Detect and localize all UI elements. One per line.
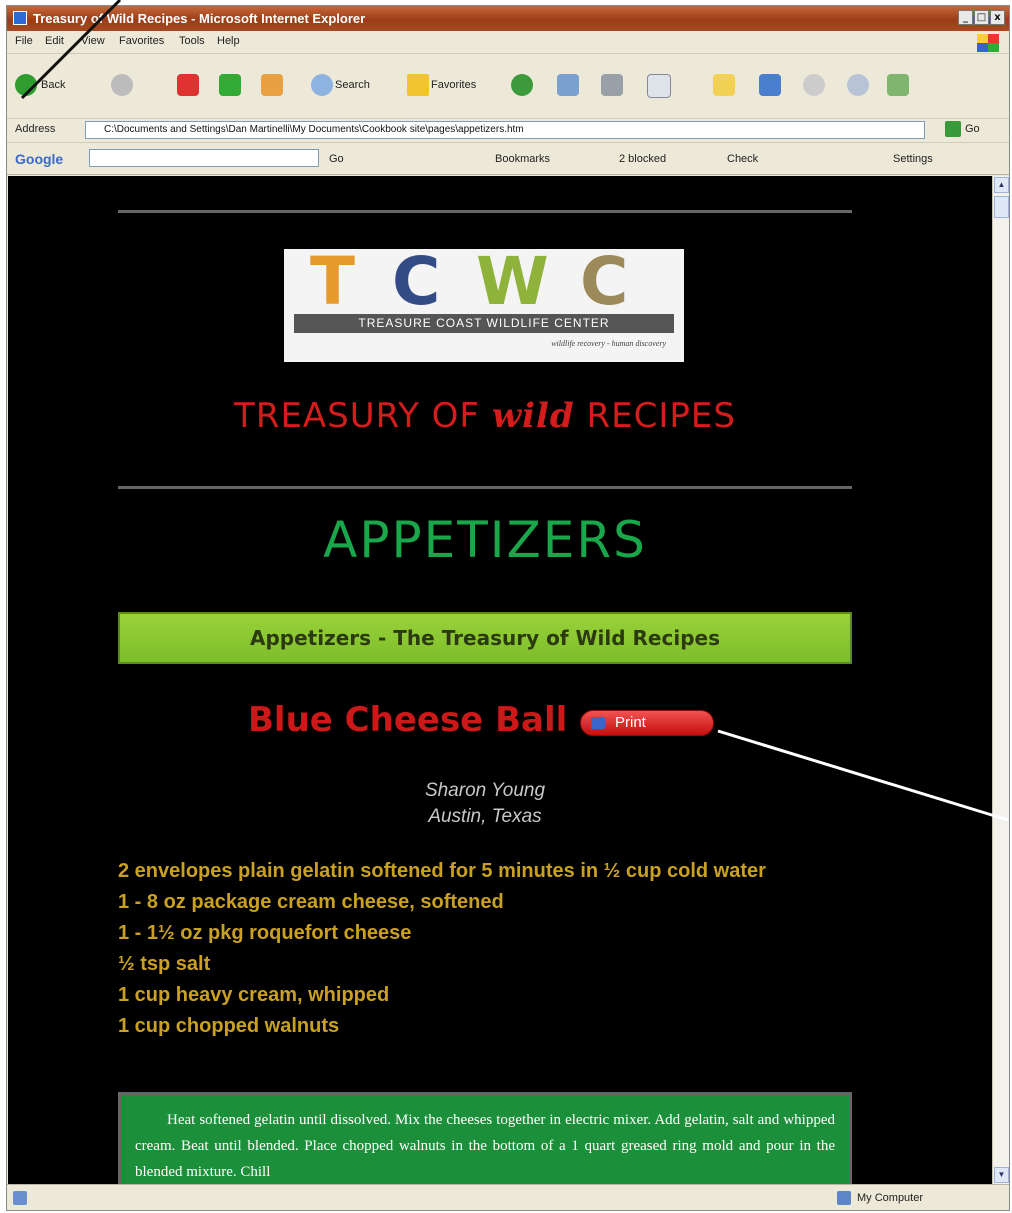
ingredient-item: 1 cup heavy cream, whipped	[118, 984, 390, 1006]
divider-top	[118, 210, 852, 213]
section-banner: Appetizers - The Treasury of Wild Recipe…	[118, 612, 852, 664]
site-logo: T C W C TREASURE COAST WILDLIFE CENTER w…	[284, 243, 684, 362]
menu-tools[interactable]: Tools	[179, 35, 205, 47]
logo-letter-c2: C	[580, 243, 631, 320]
scroll-up-icon[interactable]: ▲	[994, 177, 1009, 193]
back-arrow-icon[interactable]	[15, 74, 37, 96]
ingredient-list: 2 envelopes plain gelatin softened for 5…	[118, 856, 838, 1042]
menu-file[interactable]: File	[15, 35, 33, 47]
print-button[interactable]: Print	[580, 710, 714, 736]
standard-toolbar: Back Search Favorites	[7, 54, 1009, 119]
favorites-button-label[interactable]: Favorites	[431, 79, 476, 91]
site-title-part-a: TREASURY OF	[234, 396, 492, 436]
page-status-icon	[13, 1191, 27, 1205]
logo-letter-c1: C	[392, 243, 443, 320]
menu-edit[interactable]: Edit	[45, 35, 64, 47]
image-icon[interactable]	[759, 74, 781, 96]
google-toolbar: Google Go Bookmarks 2 blocked Check Sett…	[7, 144, 1009, 175]
discuss-icon[interactable]	[847, 74, 869, 96]
window-title: Treasury of Wild Recipes - Microsoft Int…	[33, 11, 366, 26]
print-icon[interactable]	[601, 74, 623, 96]
menu-bar: File Edit View Favorites Tools Help	[7, 31, 1009, 54]
close-button[interactable]: x	[990, 10, 1005, 25]
ie-icon	[13, 11, 27, 25]
status-bar: My Computer	[7, 1184, 1009, 1210]
go-button-label[interactable]: Go	[965, 123, 980, 135]
google-logo: Google	[15, 151, 64, 167]
print-button-label: Print	[615, 714, 646, 731]
refresh-icon[interactable]	[219, 74, 241, 96]
research-icon[interactable]	[887, 74, 909, 96]
popups-blocked-button[interactable]: 2 blocked	[619, 153, 666, 165]
menu-favorites[interactable]: Favorites	[119, 35, 164, 47]
title-bar[interactable]: Treasury of Wild Recipes - Microsoft Int…	[7, 6, 1009, 31]
author-place: Austin, Texas	[428, 806, 542, 827]
search-button-label[interactable]: Search	[335, 79, 370, 91]
address-bar: Address C:\Documents and Settings\Dan Ma…	[7, 118, 1009, 143]
logo-tagline: wildlife recovery - human discovery	[551, 339, 666, 348]
print-arrow-icon	[591, 717, 605, 729]
settings-button[interactable]: Settings	[893, 153, 933, 165]
site-title-part-b: RECIPES	[574, 396, 736, 436]
forward-arrow-icon[interactable]	[111, 74, 133, 96]
home-icon[interactable]	[261, 74, 283, 96]
computer-icon	[837, 1191, 851, 1205]
page-content: T C W C TREASURE COAST WILDLIFE CENTER w…	[8, 176, 994, 1184]
folder-icon[interactable]	[713, 74, 735, 96]
favorites-star-icon[interactable]	[407, 74, 429, 96]
scroll-thumb[interactable]	[994, 196, 1009, 218]
ingredient-item: ½ tsp salt	[118, 953, 211, 975]
site-title-wild: wild	[491, 396, 575, 436]
go-arrow-icon[interactable]	[945, 121, 961, 137]
ingredient-item: 1 - 1½ oz pkg roquefort cheese	[118, 922, 412, 944]
logo-band-text: TREASURE COAST WILDLIFE CENTER	[294, 314, 674, 333]
zone-label: My Computer	[857, 1192, 924, 1204]
logo-letter-t: T	[310, 243, 358, 320]
author-name: Sharon Young	[424, 780, 546, 801]
spell-check-button[interactable]: Check	[727, 153, 758, 165]
directions-box: Heat softened gelatin until dissolved. M…	[118, 1092, 852, 1184]
ingredient-item: 1 - 8 oz package cream cheese, softened	[118, 891, 504, 913]
bookmarks-button[interactable]: Bookmarks	[495, 153, 550, 165]
mail-icon[interactable]	[557, 74, 579, 96]
windows-logo-icon	[977, 34, 999, 52]
recipe-title: Blue Cheese Ball	[248, 700, 568, 740]
divider-middle	[118, 486, 852, 489]
address-label: Address	[15, 123, 56, 135]
google-search-input[interactable]	[89, 149, 319, 167]
site-title: TREASURY OF wild RECIPES	[118, 396, 852, 436]
google-go-button[interactable]: Go	[329, 153, 344, 165]
address-input[interactable]: C:\Documents and Settings\Dan Martinelli…	[85, 121, 925, 139]
edit-icon[interactable]	[647, 74, 671, 98]
ingredient-item: 1 cup chopped walnuts	[118, 1015, 340, 1037]
messenger-icon[interactable]	[803, 74, 825, 96]
search-icon[interactable]	[311, 74, 333, 96]
menu-view[interactable]: View	[81, 35, 105, 47]
back-button-label[interactable]: Back	[41, 79, 65, 91]
maximize-button[interactable]: □	[974, 10, 989, 25]
logo-letter-w: W	[476, 243, 551, 320]
vertical-scrollbar[interactable]: ▲ ▼	[992, 176, 1009, 1184]
minimize-button[interactable]: _	[958, 10, 973, 25]
section-heading: APPETIZERS	[323, 511, 647, 569]
stop-icon[interactable]	[177, 74, 199, 96]
ingredient-item: 2 envelopes plain gelatin softened for 5…	[118, 860, 766, 882]
history-icon[interactable]	[511, 74, 533, 96]
scroll-down-icon[interactable]: ▼	[994, 1167, 1009, 1183]
browser-window: Treasury of Wild Recipes - Microsoft Int…	[6, 5, 1010, 1211]
menu-help[interactable]: Help	[217, 35, 240, 47]
